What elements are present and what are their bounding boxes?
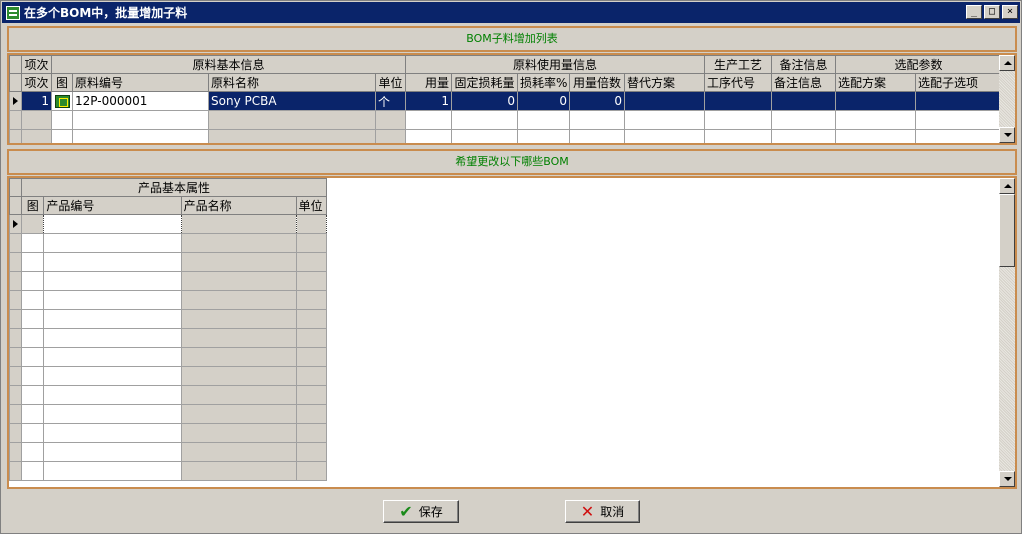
row-indicator	[9, 214, 23, 234]
cell-unit[interactable]: 个	[374, 91, 407, 111]
table-row[interactable]	[9, 110, 1003, 130]
col-header-seq[interactable]: 项次	[21, 73, 52, 92]
col-header-image[interactable]: 图	[51, 73, 73, 92]
app-icon	[6, 5, 20, 20]
table-row[interactable]	[9, 442, 328, 462]
group-header-process: 生产工艺	[704, 55, 773, 74]
product-grid-scrollbar[interactable]	[999, 178, 1015, 487]
header-indicator	[9, 73, 22, 92]
col-header-material-name[interactable]: 原料名称	[208, 73, 376, 92]
bottom-section-banner: 希望更改以下哪些BOM	[7, 149, 1017, 175]
cell-usage-multiple[interactable]: 0	[569, 91, 626, 111]
close-x-icon: ✕	[580, 502, 595, 521]
top-section-banner: BOM子料增加列表	[7, 26, 1017, 52]
table-row[interactable]	[9, 461, 328, 481]
col-header-remark[interactable]: 备注信息	[771, 73, 837, 92]
scroll-down-button[interactable]	[999, 127, 1015, 143]
cancel-button[interactable]: ✕ 取消	[565, 500, 640, 523]
col-header-fixed-loss[interactable]: 固定损耗量	[451, 73, 519, 92]
table-row[interactable]	[9, 233, 328, 253]
table-row[interactable]	[9, 252, 328, 272]
cell-process-code[interactable]	[704, 91, 773, 111]
cell-fixed-loss[interactable]: 0	[451, 91, 519, 111]
material-grid-scrollbar[interactable]	[999, 55, 1015, 143]
bom-material-icon	[54, 95, 70, 108]
current-row-arrow-icon	[13, 220, 18, 228]
table-row[interactable]	[9, 129, 1003, 143]
table-row[interactable]	[9, 366, 328, 386]
table-row[interactable]: 1 12P-000001 Sony PCBA 个 1 0 0 0	[9, 91, 1003, 111]
group-header-material-basic: 原料基本信息	[50, 55, 407, 74]
col-header-option-plan[interactable]: 选配方案	[835, 73, 917, 92]
cancel-button-label: 取消	[600, 505, 625, 519]
cell-option-sub[interactable]	[915, 91, 1003, 111]
table-row[interactable]	[9, 271, 328, 291]
current-row-arrow-icon	[13, 97, 18, 105]
col-header-unit[interactable]: 单位	[374, 73, 407, 92]
save-button[interactable]: ✔ 保存	[383, 500, 459, 523]
cell-usage[interactable]: 1	[405, 91, 453, 111]
title-bar[interactable]: 在多个BOM中，批量增加子料 _ □ ×	[2, 2, 1020, 23]
dialog-window: 在多个BOM中，批量增加子料 _ □ × BOM子料增加列表 项次 原料基本信息…	[0, 0, 1022, 534]
maximize-button[interactable]: □	[984, 5, 1000, 19]
group-header-remark: 备注信息	[771, 55, 837, 74]
close-button[interactable]: ×	[1002, 5, 1018, 19]
cell-seq[interactable]: 1	[21, 91, 52, 111]
col-header-usage-multiple[interactable]: 用量倍数	[569, 73, 626, 92]
row-indicator	[9, 91, 22, 111]
minimize-button[interactable]: _	[966, 5, 982, 19]
cell-material-code[interactable]: 12P-000001	[72, 91, 209, 111]
cell-material-name[interactable]: Sony PCBA	[208, 91, 376, 111]
save-button-label: 保存	[418, 505, 443, 519]
scroll-thumb[interactable]	[999, 194, 1015, 267]
col-header-product-name[interactable]: 产品名称	[180, 196, 297, 215]
cell-image[interactable]	[51, 91, 73, 111]
product-grid[interactable]: 产品基本属性 图 产品编号 产品名称 单位	[7, 176, 1017, 489]
header-indicator	[9, 196, 23, 215]
col-header-unit[interactable]: 单位	[295, 196, 328, 215]
col-header-product-code[interactable]: 产品编号	[43, 196, 182, 215]
group-header-product-basic: 产品基本属性	[21, 178, 327, 197]
group-header-usage: 原料使用量信息	[405, 55, 706, 74]
col-header-option-sub[interactable]: 选配子选项	[915, 73, 1003, 92]
scroll-up-button[interactable]	[999, 55, 1015, 71]
scroll-up-button[interactable]	[999, 178, 1015, 194]
col-header-usage[interactable]: 用量	[405, 73, 453, 92]
cell-remark[interactable]	[771, 91, 837, 111]
corner-cell	[9, 55, 22, 74]
table-row[interactable]	[9, 385, 328, 405]
group-header-seq: 项次	[21, 55, 52, 74]
table-row[interactable]	[9, 309, 328, 329]
table-row[interactable]	[9, 328, 328, 348]
cell-loss-rate[interactable]: 0	[517, 91, 571, 111]
check-icon: ✔	[399, 502, 413, 521]
group-header-option: 选配参数	[835, 55, 1003, 74]
col-header-alternative[interactable]: 替代方案	[624, 73, 706, 92]
table-row[interactable]	[9, 423, 328, 443]
cell-alternative[interactable]	[624, 91, 706, 111]
cell-option-plan[interactable]	[835, 91, 917, 111]
col-header-material-code[interactable]: 原料编号	[72, 73, 209, 92]
material-grid[interactable]: 项次 原料基本信息 原料使用量信息 生产工艺 备注信息 选配参数 项次 图 原料…	[7, 53, 1017, 145]
col-header-image[interactable]: 图	[21, 196, 45, 215]
table-row[interactable]	[9, 290, 328, 310]
scroll-down-button[interactable]	[999, 471, 1015, 487]
table-row[interactable]	[9, 214, 328, 234]
corner-cell	[9, 178, 23, 197]
col-header-loss-rate[interactable]: 损耗率%	[517, 73, 571, 92]
window-title: 在多个BOM中，批量增加子料	[24, 6, 188, 20]
table-row[interactable]	[9, 347, 328, 367]
table-row[interactable]	[9, 404, 328, 424]
col-header-process-code[interactable]: 工序代号	[704, 73, 773, 92]
